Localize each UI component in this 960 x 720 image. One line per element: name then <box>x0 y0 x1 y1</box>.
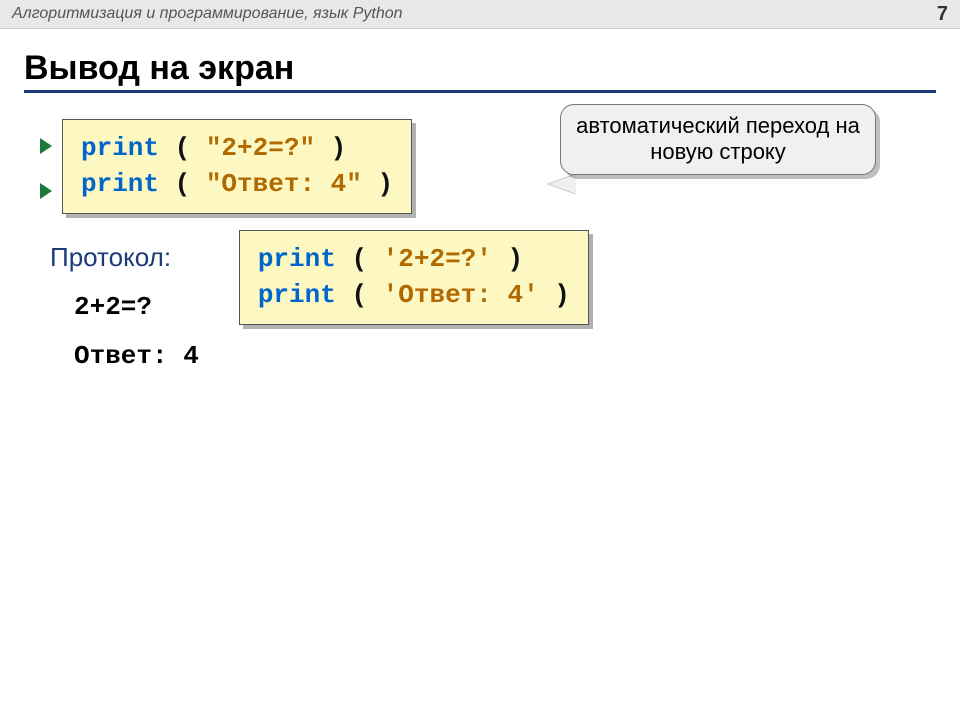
paren-close: ) <box>539 280 570 310</box>
code-line: print ( "2+2=?" ) <box>81 130 393 166</box>
code-line: print ( "Ответ: 4" ) <box>81 166 393 202</box>
output-block: 2+2=? Ответ: 4 <box>74 283 199 382</box>
callout-text: автоматический переход на новую строку <box>576 113 860 164</box>
output-line: Ответ: 4 <box>74 332 199 381</box>
string-literal: "Ответ: 4" <box>206 169 362 199</box>
code-block-1: print ( "2+2=?" ) print ( "Ответ: 4" ) <box>62 119 412 214</box>
keyword: print <box>81 169 159 199</box>
output-and-code-row: Протокол: 2+2=? Ответ: 4 print ( '2+2=?'… <box>40 214 920 382</box>
triangle-bullet-icon <box>40 138 52 154</box>
paren-open: ( <box>336 280 383 310</box>
callout-bubble: автоматический переход на новую строку <box>560 104 876 175</box>
string-literal: "2+2=?" <box>206 133 315 163</box>
paren-open: ( <box>159 133 206 163</box>
course-title: Алгоритмизация и программирование, язык … <box>12 5 403 23</box>
bullet-column <box>40 123 52 214</box>
keyword: print <box>81 133 159 163</box>
slide-content: print ( "2+2=?" ) print ( "Ответ: 4" ) а… <box>0 99 960 402</box>
triangle-bullet-icon <box>40 183 52 199</box>
paren-open: ( <box>159 169 206 199</box>
protocol-label: Протокол: <box>50 242 199 273</box>
paren-open: ( <box>336 244 383 274</box>
string-literal: 'Ответ: 4' <box>383 280 539 310</box>
keyword: print <box>258 244 336 274</box>
code-block-2-wrap: print ( '2+2=?' ) print ( 'Ответ: 4' ) <box>239 230 589 325</box>
protocol-section: Протокол: 2+2=? Ответ: 4 <box>40 214 199 382</box>
code-block-2: print ( '2+2=?' ) print ( 'Ответ: 4' ) <box>239 230 589 325</box>
paren-close: ) <box>492 244 523 274</box>
output-line: 2+2=? <box>74 283 199 332</box>
page-number: 7 <box>937 3 948 26</box>
code-line: print ( 'Ответ: 4' ) <box>258 277 570 313</box>
callout-tail-icon <box>548 174 576 194</box>
top-bar: Алгоритмизация и программирование, язык … <box>0 0 960 29</box>
string-literal: '2+2=?' <box>383 244 492 274</box>
code-line: print ( '2+2=?' ) <box>258 241 570 277</box>
paren-close: ) <box>362 169 393 199</box>
slide-title: Вывод на экран <box>24 49 936 93</box>
paren-close: ) <box>315 133 346 163</box>
keyword: print <box>258 280 336 310</box>
